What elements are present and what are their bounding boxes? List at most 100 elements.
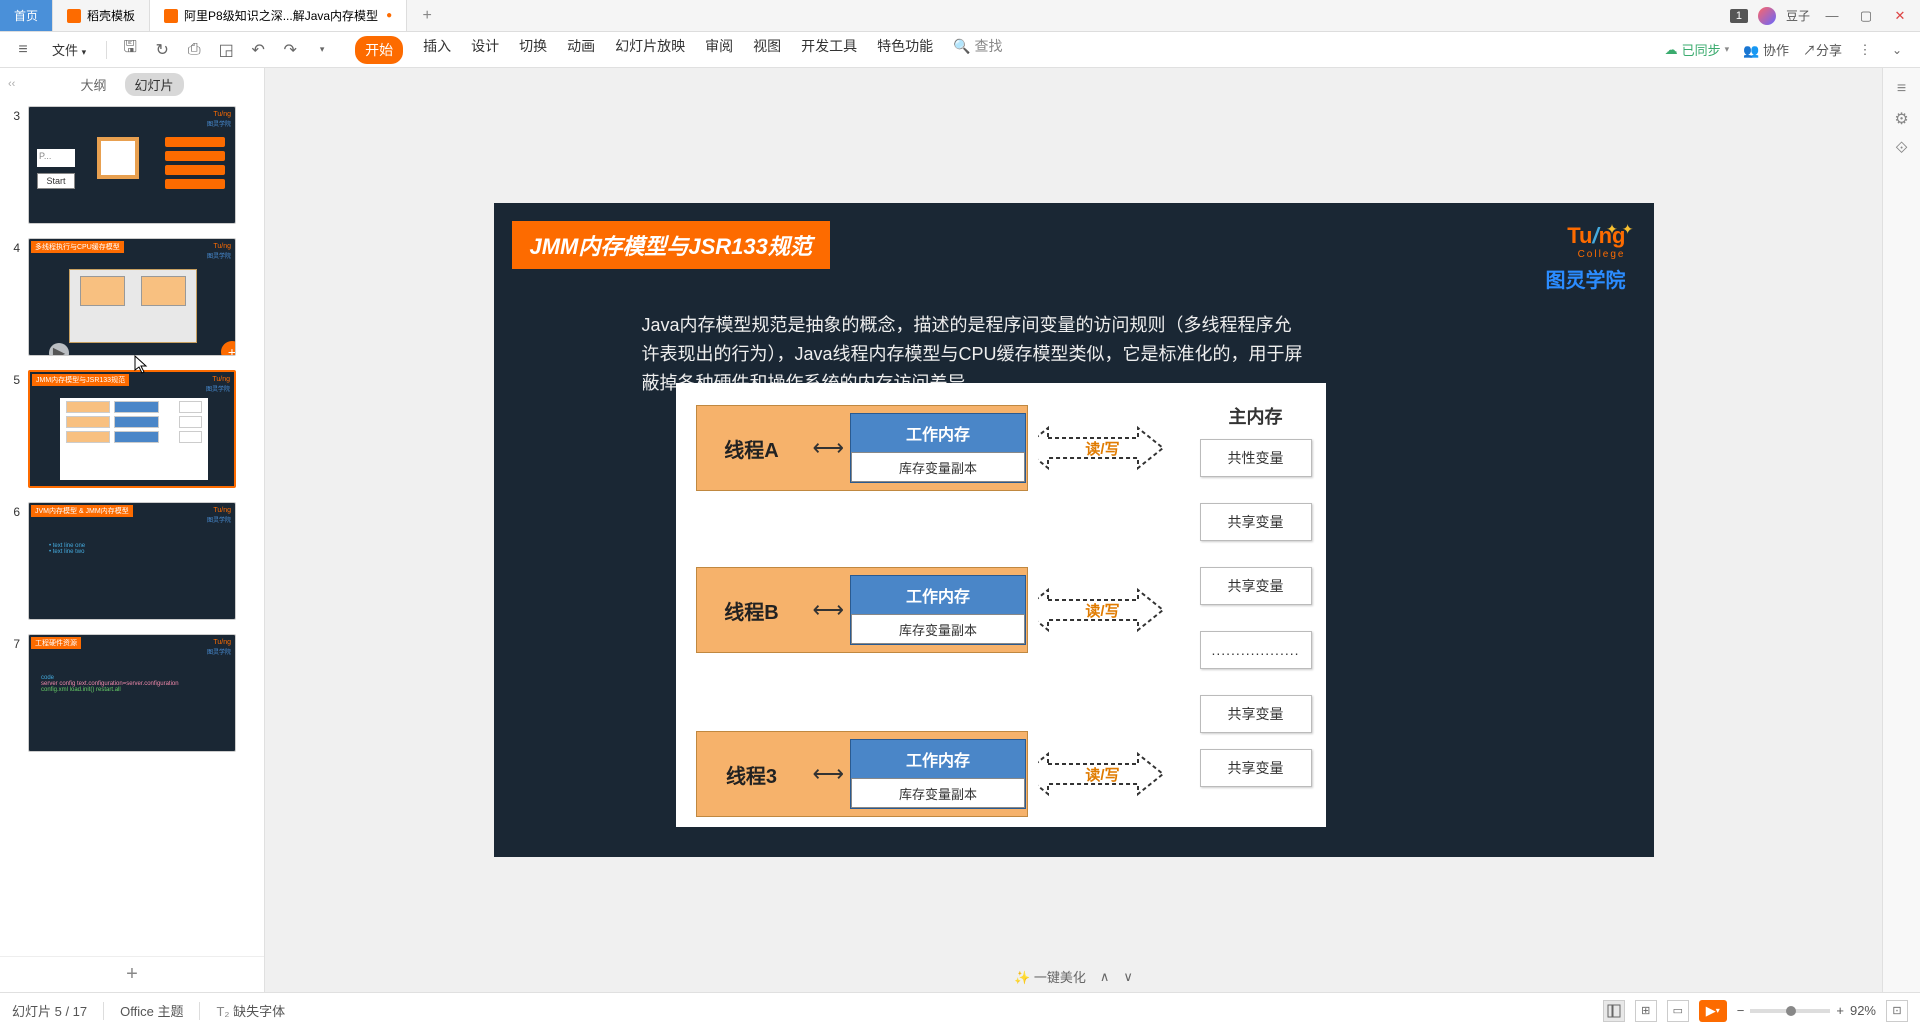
shared-var: 共享变量 xyxy=(1200,695,1312,733)
notification-badge[interactable]: 1 xyxy=(1730,9,1748,23)
thumb-4[interactable]: Tu/ng图灵学院 多线程执行与CPU缓存模型 ▶ + xyxy=(28,238,236,356)
rail-settings-icon[interactable]: ⚙ xyxy=(1893,110,1911,128)
thumb-7[interactable]: Tu/ng图灵学院 工程硬件资源 codeserver config text.… xyxy=(28,634,236,752)
thumb-6[interactable]: Tu/ng图灵学院 JVM内存模型 & JMM内存模型 • text line … xyxy=(28,502,236,620)
add-slide-button[interactable]: + xyxy=(0,956,264,992)
thumbnails[interactable]: 3 ★ Tu/ng图灵学院 P... Start 4 Tu/ng图灵学院 多线程… xyxy=(0,100,264,956)
zoom-in-button[interactable]: + xyxy=(1836,1003,1844,1018)
toolbar-right: ☁已同步 ▾ 👥 协作 ↗分享 ⋮ ⌄ xyxy=(1665,40,1906,59)
jmm-diagram: 线程A ⟷ 工作内存 库存变量副本 线程B ⟷ 工作内存 库存变量副本 xyxy=(676,383,1326,827)
fit-button[interactable]: ⊡ xyxy=(1886,1000,1908,1022)
print-preview-icon[interactable]: ◲ xyxy=(217,41,235,59)
collapse-panel-icon[interactable]: ‹‹ xyxy=(8,78,15,90)
view-normal-button[interactable] xyxy=(1603,1000,1625,1022)
slideshow-button[interactable]: ▶ ▾ xyxy=(1699,1000,1727,1022)
zoom-value[interactable]: 92% xyxy=(1850,1003,1876,1018)
shared-var: 共享变量 xyxy=(1200,567,1312,605)
thumb-num: 7 xyxy=(6,634,20,752)
search-icon: 🔍 xyxy=(953,38,970,54)
ribbon-tab-transition[interactable]: 切换 xyxy=(519,36,547,64)
search-button[interactable]: 🔍 查找 xyxy=(953,36,1002,64)
ribbon-tab-insert[interactable]: 插入 xyxy=(423,36,451,64)
shared-var: 共享变量 xyxy=(1200,503,1312,541)
people-icon: 👥 xyxy=(1743,43,1759,58)
thread-b-label: 线程B xyxy=(697,596,807,625)
thumb-3-start: Start xyxy=(37,173,75,189)
thread-3-label: 线程3 xyxy=(697,760,807,789)
font-icon: T₂ xyxy=(216,1004,229,1019)
ribbon-tab-slideshow[interactable]: 幻灯片放映 xyxy=(615,36,685,64)
tab-home[interactable]: 首页 xyxy=(0,0,53,31)
thumb-row-3: 3 ★ Tu/ng图灵学院 P... Start xyxy=(6,106,254,224)
collab-button[interactable]: 👥 协作 xyxy=(1743,40,1789,59)
rail-collapse-icon[interactable]: ≡ xyxy=(1893,80,1911,98)
tab-doc-label: 阿里P8级知识之深...解Java内存模型 xyxy=(184,7,378,24)
more-icon[interactable]: ⋮ xyxy=(1856,41,1874,59)
redo-icon[interactable]: ↷ xyxy=(281,41,299,59)
tab-docker[interactable]: 稻壳模板 xyxy=(53,0,150,31)
tab-add-button[interactable]: + xyxy=(407,0,447,31)
slide-panel: ‹‹ 大纲 幻灯片 3 ★ Tu/ng图灵学院 P... Start 4 Tu/… xyxy=(0,68,265,992)
ribbon-tab-special[interactable]: 特色功能 xyxy=(877,36,933,64)
shared-var: 共享变量 xyxy=(1200,749,1312,787)
qr-icon xyxy=(97,137,139,179)
expand-icon[interactable]: ⌄ xyxy=(1888,41,1906,59)
more-qat-icon[interactable]: ▾ xyxy=(313,41,331,59)
slide-nav: ✨ 一键美化 ∧ ∨ xyxy=(1014,967,1133,986)
ppt-icon xyxy=(164,9,178,23)
missing-font-button[interactable]: T₂ 缺失字体 xyxy=(216,1001,285,1020)
docker-icon xyxy=(67,9,81,23)
undo-icon[interactable]: ↶ xyxy=(249,41,267,59)
ribbon-tab-dev[interactable]: 开发工具 xyxy=(801,36,857,64)
canvas-area[interactable]: JMM内存模型与JSR133规范 ✦ ✦ Tu/ng College 图灵学院 … xyxy=(265,68,1882,992)
slides-tab[interactable]: 幻灯片 xyxy=(125,73,184,96)
play-overlay-icon[interactable]: ▶ xyxy=(49,343,69,356)
ribbon-tab-design[interactable]: 设计 xyxy=(471,36,499,64)
save-as-icon[interactable]: ↻ xyxy=(153,41,171,59)
outline-tab[interactable]: 大纲 xyxy=(80,75,106,94)
current-slide[interactable]: JMM内存模型与JSR133规范 ✦ ✦ Tu/ng College 图灵学院 … xyxy=(494,203,1654,857)
thumb-row-7: 7 Tu/ng图灵学院 工程硬件资源 codeserver config tex… xyxy=(6,634,254,752)
toolbar: ≡ 文件 ▾ 🖫 ↻ ⎙ ◲ ↶ ↷ ▾ 开始 插入 设计 切换 动画 幻灯片放… xyxy=(0,32,1920,68)
thumb-5[interactable]: Tu/ng图灵学院 JMM内存模型与JSR133规范 xyxy=(28,370,236,488)
share-icon: ↗ xyxy=(1803,43,1816,58)
beautify-button[interactable]: ✨ 一键美化 xyxy=(1014,967,1086,986)
avatar[interactable] xyxy=(1758,7,1776,25)
menu-icon[interactable]: ≡ xyxy=(14,41,32,59)
right-rail: ≡ ⚙ ⟐ xyxy=(1882,68,1920,992)
ribbon-tab-view[interactable]: 视图 xyxy=(753,36,781,64)
slide-logo: Tu/ng College 图灵学院 xyxy=(1546,223,1626,293)
view-sorter-button[interactable]: ⊞ xyxy=(1635,1000,1657,1022)
username[interactable]: 豆子 xyxy=(1786,7,1810,24)
share-button[interactable]: ↗分享 xyxy=(1803,40,1842,59)
minimize-button[interactable]: — xyxy=(1820,4,1844,28)
ribbon-tab-animation[interactable]: 动画 xyxy=(567,36,595,64)
thumb-row-5: 5 Tu/ng图灵学院 JMM内存模型与JSR133规范 xyxy=(6,370,254,488)
status-bar: 幻灯片 5 / 17 Office 主题 T₂ 缺失字体 ⊞ ▭ ▶ ▾ − +… xyxy=(0,992,1920,1028)
zoom-out-button[interactable]: − xyxy=(1737,1003,1745,1018)
sync-status[interactable]: ☁已同步 ▾ xyxy=(1665,40,1730,59)
thumb-num: 4 xyxy=(6,238,20,356)
zoom-slider[interactable] xyxy=(1750,1009,1830,1013)
prev-slide-icon[interactable]: ∧ xyxy=(1100,969,1110,985)
next-slide-icon[interactable]: ∨ xyxy=(1123,969,1133,985)
save-icon[interactable]: 🖫 xyxy=(121,41,139,59)
close-button[interactable]: ✕ xyxy=(1888,4,1912,28)
print-icon[interactable]: ⎙ xyxy=(185,41,203,59)
ribbon-tab-review[interactable]: 审阅 xyxy=(705,36,733,64)
ribbon-tab-start[interactable]: 开始 xyxy=(355,36,403,64)
theme-label[interactable]: Office 主题 xyxy=(120,1001,183,1020)
thumb-3[interactable]: ★ Tu/ng图灵学院 P... Start xyxy=(28,106,236,224)
file-menu[interactable]: 文件 ▾ xyxy=(46,37,92,62)
add-overlay-icon[interactable]: + xyxy=(221,341,236,356)
thumb-3-p: P... xyxy=(37,149,75,167)
view-reading-button[interactable]: ▭ xyxy=(1667,1000,1689,1022)
zoom-control: − + 92% xyxy=(1737,1003,1876,1018)
tab-document[interactable]: 阿里P8级知识之深...解Java内存模型 ● xyxy=(150,0,407,31)
dirty-indicator: ● xyxy=(386,10,392,21)
thumb-num: 6 xyxy=(6,502,20,620)
maximize-button[interactable]: ▢ xyxy=(1854,4,1878,28)
rail-filter-icon[interactable]: ⟐ xyxy=(1893,140,1911,158)
cloud-icon: ☁ xyxy=(1665,42,1678,58)
panel-tabs: ‹‹ 大纲 幻灯片 xyxy=(0,68,264,100)
